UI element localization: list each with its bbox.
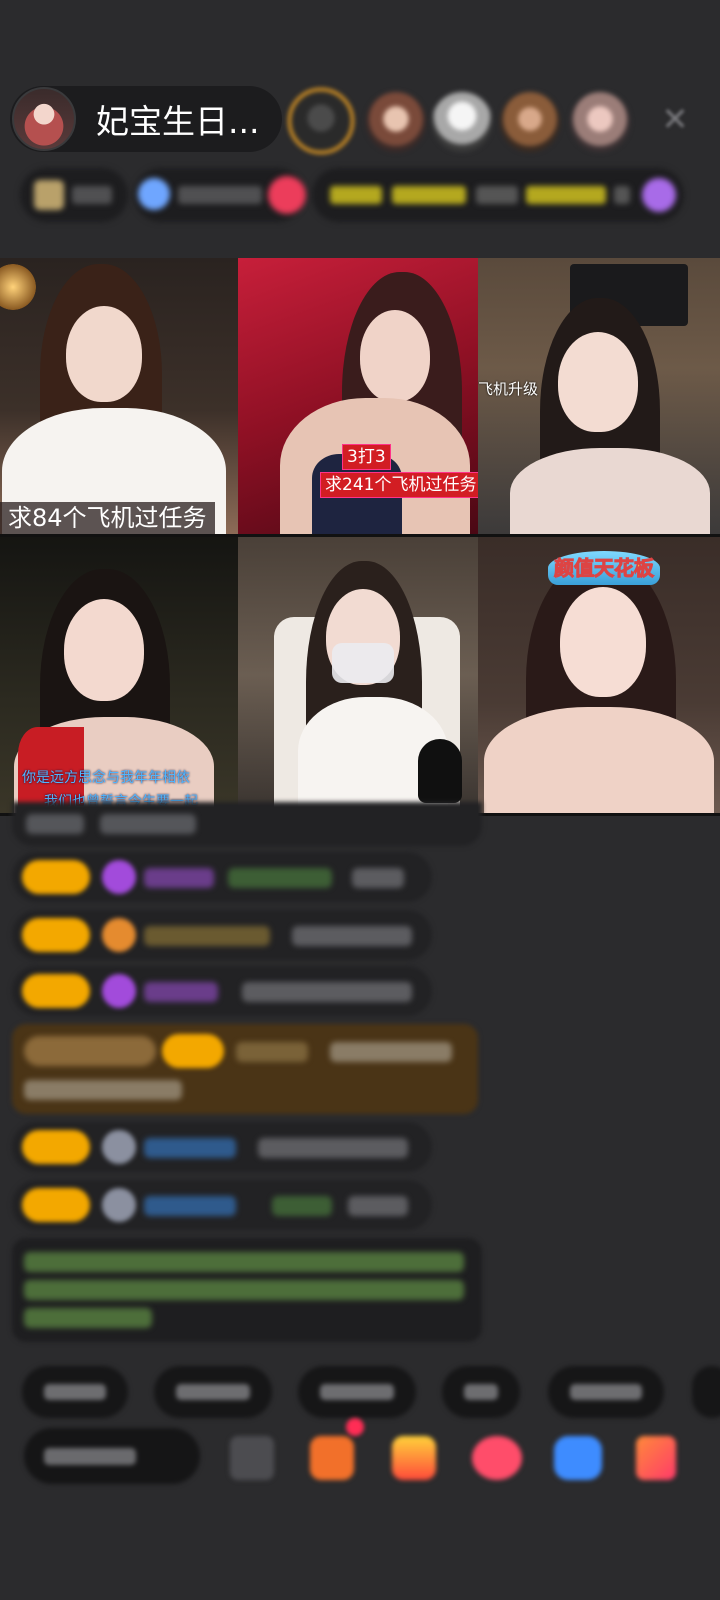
viewer-avatar-5[interactable] (570, 92, 630, 152)
viewer-avatar-4[interactable] (500, 92, 560, 152)
rank-icon-4 (642, 178, 676, 212)
quick-chip-1[interactable] (22, 1366, 128, 1418)
rank-text-6 (526, 186, 606, 204)
close-icon[interactable]: ✕ (654, 98, 696, 140)
notice-text (24, 1308, 152, 1328)
rank-text-2 (178, 186, 262, 204)
chat-text (242, 982, 412, 1002)
rank-icon-2 (138, 178, 170, 210)
rank-text-1 (72, 186, 112, 204)
rank-icon-3 (268, 176, 306, 214)
quick-chip-5[interactable] (548, 1366, 664, 1418)
host-avatar[interactable] (12, 87, 76, 151)
gem-icon (102, 860, 136, 894)
chat-username (236, 1042, 308, 1062)
chat-text (26, 814, 84, 834)
video-tile-5[interactable] (238, 537, 478, 813)
highlight-tag (24, 1036, 156, 1066)
chat-username (144, 926, 270, 946)
status-label: 飞机升级 (478, 380, 539, 398)
streamer-face (360, 310, 430, 402)
quick-chip-2[interactable] (154, 1366, 272, 1418)
notification-dot (346, 1418, 364, 1436)
more-icon[interactable] (636, 1436, 676, 1480)
lamp-light (0, 264, 36, 310)
chat-text (258, 1138, 408, 1158)
fan-level-badge (162, 1034, 224, 1068)
fan-level-badge (22, 918, 90, 952)
streamer-face (560, 587, 646, 697)
video-tile-3[interactable]: 飞机升级 (478, 258, 720, 534)
chat-text (330, 1042, 452, 1062)
gem-icon (102, 974, 136, 1008)
host-info-pill[interactable]: 妃宝生日... (10, 86, 282, 152)
chat-username (144, 868, 214, 888)
rank-icon-1 (34, 180, 64, 210)
emoji-icon[interactable] (230, 1436, 274, 1480)
notice-text (24, 1252, 464, 1272)
quick-chip-3[interactable] (298, 1366, 416, 1418)
comment-input[interactable] (24, 1428, 200, 1484)
task-label-top: 3打3 (342, 444, 391, 470)
rank-text-5 (476, 186, 518, 204)
quick-chip-4[interactable] (442, 1366, 520, 1418)
ranking-tag-row[interactable] (0, 168, 720, 222)
gift-box-icon[interactable] (392, 1436, 436, 1480)
chat-text (272, 1196, 332, 1216)
streamer-face (558, 332, 638, 432)
chat-text (24, 1080, 182, 1100)
user-avatar-icon (102, 1130, 136, 1164)
shop-icon[interactable] (310, 1436, 354, 1480)
chat-text (352, 868, 404, 888)
chat-username (144, 1196, 236, 1216)
fan-level-badge (22, 1130, 90, 1164)
rank-text-3 (330, 186, 382, 204)
chat-text (348, 1196, 408, 1216)
streamer-face (64, 599, 144, 701)
microphone (418, 739, 462, 803)
rank-text-4 (392, 186, 466, 204)
host-name[interactable]: 妃宝生日... (96, 95, 259, 143)
gift-icon[interactable] (472, 1436, 522, 1480)
face-mask (332, 643, 394, 683)
viewer-avatar-2[interactable] (366, 92, 426, 152)
fan-level-badge (22, 860, 90, 894)
notice-text (24, 1280, 464, 1300)
video-tile-2[interactable]: 3打3 求241个飞机过任务 (238, 258, 478, 534)
user-avatar-icon (102, 1188, 136, 1222)
share-icon[interactable] (554, 1436, 602, 1480)
video-caption: 求84个飞机过任务 (0, 502, 215, 534)
chat-text (100, 814, 196, 834)
lyric-line-1: 你是远方思念与我年年相依 (22, 770, 190, 786)
viewer-avatar-1[interactable] (288, 88, 354, 154)
rank-text-7 (614, 186, 630, 204)
chat-username (144, 1138, 236, 1158)
video-tile-1[interactable]: 求84个飞机过任务 (0, 258, 238, 534)
quick-chip-6[interactable] (692, 1366, 720, 1418)
task-label-bottom: 求241个飞机过任务 (320, 472, 478, 498)
streamer-face (66, 306, 142, 402)
heart-icon (102, 918, 136, 952)
chat-text (292, 926, 412, 946)
streamer-body (510, 448, 710, 534)
video-grid: 求84个飞机过任务 3打3 求241个飞机过任务 飞机升级 你是远方思念与我年年… (0, 258, 720, 816)
chat-username (144, 982, 218, 1002)
streamer-body (484, 707, 714, 813)
fan-level-badge (22, 974, 90, 1008)
video-tile-4[interactable]: 你是远方思念与我年年相依 我们也曾誓言今生要一起 (0, 537, 238, 813)
video-tile-6[interactable]: 颜值天花板 (478, 537, 720, 813)
viewer-avatar-3[interactable] (432, 92, 492, 152)
chat-text (228, 868, 332, 888)
crown-headband: 颜值天花板 (548, 551, 660, 585)
fan-level-badge (22, 1188, 90, 1222)
